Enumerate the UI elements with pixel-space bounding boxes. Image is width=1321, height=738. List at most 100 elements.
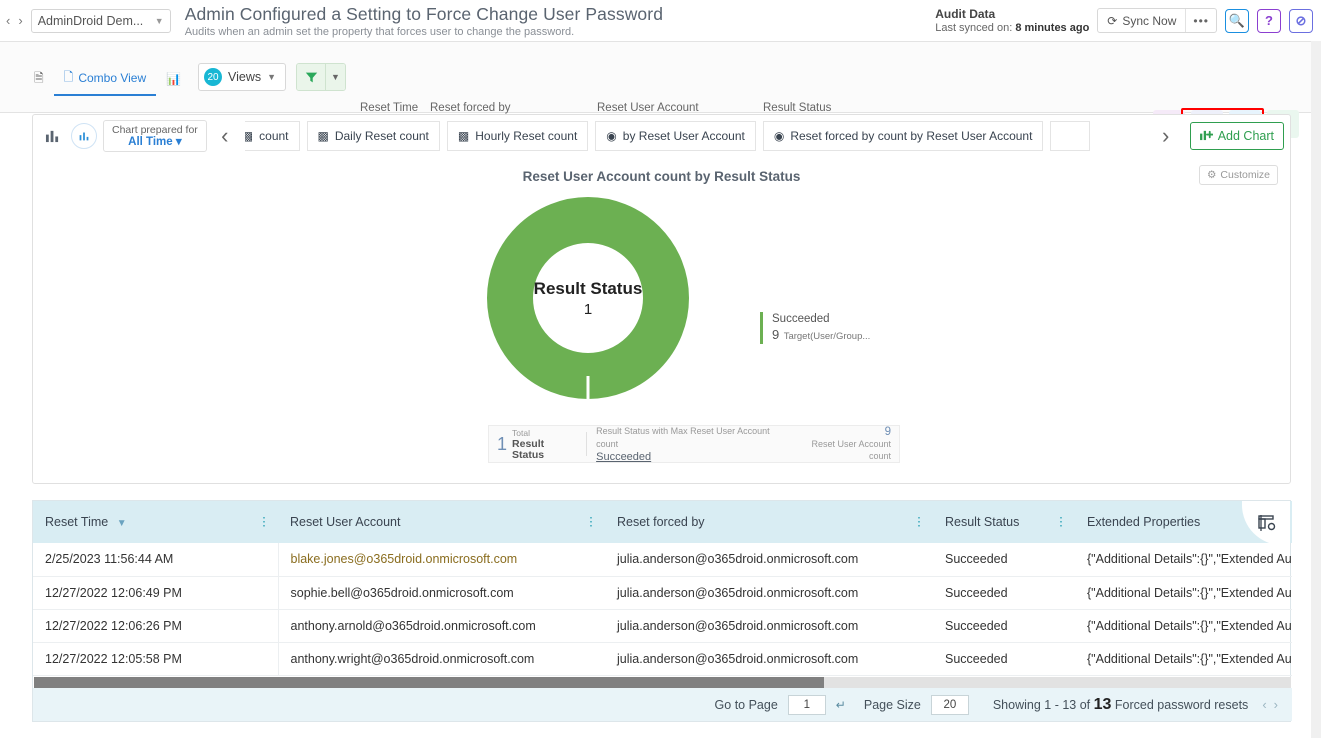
column-header-extended-properties-label: Extended Properties	[1087, 515, 1200, 529]
tab-document-view[interactable]: 🗎	[24, 62, 54, 96]
nav-back-icon[interactable]: ‹	[6, 13, 10, 28]
chart-prepared-label: Chart prepared for	[112, 124, 198, 136]
chart-tab-2[interactable]: ▩ Hourly Reset count	[447, 121, 588, 151]
summary-divider	[586, 432, 587, 456]
search-icon[interactable]: 🔍	[1225, 9, 1249, 33]
table-row[interactable]: 12/27/2022 12:06:49 PM sophie.bell@o365d…	[33, 576, 1292, 609]
table-row[interactable]: 12/27/2022 12:06:26 PM anthony.arnold@o3…	[33, 609, 1292, 642]
cell-result-status: Succeeded	[933, 609, 1075, 642]
donut-chart-icon: ◉	[606, 129, 616, 143]
chart-tab-0[interactable]: ▩ count	[245, 121, 300, 151]
customize-button[interactable]: ⚙ Customize	[1199, 165, 1278, 185]
goto-page-input[interactable]: 1	[788, 695, 826, 715]
pagination-prev-button[interactable]: ‹	[1262, 697, 1266, 712]
tab-chart-view[interactable]: 📊	[156, 62, 191, 96]
add-chart-button[interactable]: Add Chart	[1190, 122, 1284, 150]
chart-tab-1[interactable]: ▩ Daily Reset count	[307, 121, 440, 151]
legend-item-label: Succeeded	[772, 312, 870, 327]
bar-chart-icon[interactable]	[39, 123, 65, 149]
help-icon[interactable]: ?	[1257, 9, 1281, 33]
donut-chart-area: Result Status 1 Succeeded 9 Target(User/…	[33, 190, 1290, 440]
table-header: Reset Time ▼ ⋮ Reset User Account ⋮ Rese…	[33, 501, 1292, 543]
sort-desc-icon[interactable]: ▼	[117, 518, 127, 529]
column-menu-icon[interactable]: ⋮	[1055, 520, 1067, 525]
pagination-next-button[interactable]: ›	[1274, 697, 1278, 712]
summary-total-value: 1	[497, 434, 507, 455]
tab-combo-view[interactable]: 🗋 Combo View	[54, 62, 156, 96]
audit-synced-value: 8 minutes ago	[1015, 22, 1089, 34]
chart-tab-4[interactable]: ◉ Reset forced by count by Reset User Ac…	[763, 121, 1044, 151]
nav-forward-icon[interactable]: ›	[18, 13, 22, 28]
donut-chart[interactable]: Result Status 1	[486, 196, 690, 405]
customize-label: Customize	[1220, 169, 1270, 181]
filter-funnel-icon[interactable]	[297, 64, 325, 90]
cell-reset-time: 12/27/2022 12:06:26 PM	[33, 609, 278, 642]
table-row[interactable]: 2/25/2023 11:56:44 AM blake.jones@o365dr…	[33, 543, 1292, 576]
filter-label-reset-forced-by: Reset forced by	[430, 102, 588, 114]
cell-reset-user-account: blake.jones@o365droid.onmicrosoft.com	[278, 543, 605, 576]
chart-title: Reset User Account count by Result Statu…	[33, 169, 1290, 184]
page-size-input[interactable]: 20	[931, 695, 969, 715]
column-menu-icon[interactable]: ⋮	[913, 520, 925, 525]
bar-chart-icon: ▩	[245, 129, 253, 143]
showing-prefix: Showing	[993, 698, 1041, 712]
audit-data-info: Audit Data Last synced on: 8 minutes ago	[935, 7, 1089, 35]
chart-tab-3-label: by Reset User Account	[623, 129, 745, 143]
cell-extended-properties: {"Additional Details":{}","Extended Audi…	[1075, 609, 1292, 642]
chart-tabs-prev-button[interactable]: ‹	[211, 121, 239, 151]
chart-tabs-next-button[interactable]: ›	[1152, 121, 1180, 151]
sync-more-button[interactable]: •••	[1185, 9, 1216, 32]
check-circle-icon[interactable]: ⊘	[1289, 9, 1313, 33]
cell-result-status: Succeeded	[933, 576, 1075, 609]
cell-result-status: Succeeded	[933, 642, 1075, 675]
summary-max-value[interactable]: Succeeded	[596, 451, 789, 464]
cell-reset-time: 12/27/2022 12:05:58 PM	[33, 642, 278, 675]
page-size-label: Page Size	[864, 698, 921, 712]
column-header-result-status[interactable]: Result Status ⋮	[933, 501, 1075, 543]
cell-extended-properties: {"Additional Details":{}","Extended Audi…	[1075, 543, 1292, 576]
goto-page-submit-icon[interactable]: ↵	[836, 698, 846, 712]
sync-now-button[interactable]: ⟳ Sync Now	[1098, 9, 1185, 32]
column-header-result-status-label: Result Status	[945, 515, 1019, 529]
filter-funnel-group: ▼	[296, 63, 346, 91]
table-header-row: Reset Time ▼ ⋮ Reset User Account ⋮ Rese…	[33, 501, 1292, 543]
column-header-reset-user-account[interactable]: Reset User Account ⋮	[278, 501, 605, 543]
views-label: Views	[228, 70, 261, 84]
chart-tab-5[interactable]	[1050, 121, 1090, 151]
cell-extended-properties: {"Additional Details":{}","Extended Audi…	[1075, 576, 1292, 609]
scrollbar-thumb[interactable]	[34, 677, 824, 688]
summary-count-value: 9	[789, 426, 891, 438]
views-dropdown[interactable]: 20 Views ▼	[198, 63, 286, 91]
horizontal-scrollbar[interactable]	[34, 677, 1291, 688]
column-header-reset-forced-by[interactable]: Reset forced by ⋮	[605, 501, 933, 543]
column-menu-icon[interactable]: ⋮	[585, 520, 597, 525]
chart-tab-3[interactable]: ◉ by Reset User Account	[595, 121, 756, 151]
audit-data-table: Reset Time ▼ ⋮ Reset User Account ⋮ Rese…	[33, 501, 1292, 676]
table-body: 2/25/2023 11:56:44 AM blake.jones@o365dr…	[33, 543, 1292, 675]
column-menu-icon[interactable]: ⋮	[258, 520, 270, 525]
table-row[interactable]: 12/27/2022 12:05:58 PM anthony.wright@o3…	[33, 642, 1292, 675]
showing-total: 13	[1094, 696, 1112, 713]
chart-panel: Chart prepared for All Time ▾ ‹ ▩ count …	[32, 114, 1291, 484]
summary-count: 9 Reset User Account count	[789, 426, 891, 462]
filter-funnel-dropdown[interactable]: ▼	[325, 64, 345, 90]
refresh-chart-icon[interactable]	[71, 123, 97, 149]
cell-reset-user-account: anthony.wright@o365droid.onmicrosoft.com	[278, 642, 605, 675]
audit-last-synced: Last synced on: 8 minutes ago	[935, 21, 1089, 35]
pagination-controls: ‹ ›	[1262, 697, 1278, 712]
cell-reset-forced-by: julia.anderson@o365droid.onmicrosoft.com	[605, 576, 933, 609]
chart-tabs: ▩ count ▩ Daily Reset count ▩ Hourly Res…	[245, 120, 1180, 152]
column-header-reset-time[interactable]: Reset Time ▼ ⋮	[33, 501, 278, 543]
chart-tab-1-label: Daily Reset count	[335, 129, 429, 143]
page-vertical-scrollbar[interactable]	[1311, 41, 1321, 738]
chart-prepared-for[interactable]: Chart prepared for All Time ▾	[103, 120, 207, 152]
cell-reset-time: 2/25/2023 11:56:44 AM	[33, 543, 278, 576]
views-count-badge: 20	[204, 68, 222, 86]
navigation-arrows: ‹ ›	[6, 13, 23, 28]
header-actions: Audit Data Last synced on: 8 minutes ago…	[935, 0, 1313, 41]
chart-tab-4-label: Reset forced by count by Reset User Acco…	[790, 129, 1032, 143]
column-header-reset-time-label: Reset Time	[45, 515, 108, 529]
cell-reset-forced-by: julia.anderson@o365droid.onmicrosoft.com	[605, 543, 933, 576]
summary-total: 1 Total Result Status	[497, 428, 577, 461]
tenant-selector[interactable]: AdminDroid Dem... ▼	[31, 9, 171, 33]
